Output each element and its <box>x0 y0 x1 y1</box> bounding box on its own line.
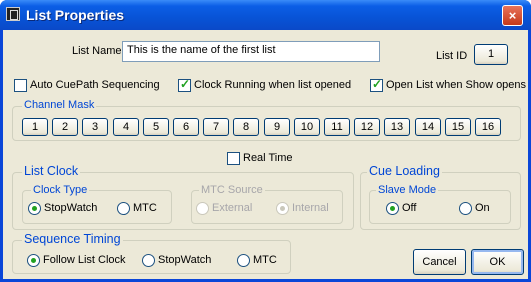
list-id-label: List ID <box>436 50 468 62</box>
channel-button-2[interactable]: 2 <box>52 118 78 136</box>
channel-button-7[interactable]: 7 <box>203 118 229 136</box>
channel-button-8[interactable]: 8 <box>233 118 259 136</box>
real-time-label: Real Time <box>243 152 293 164</box>
channel-button-12[interactable]: 12 <box>354 118 380 136</box>
channel-button-4[interactable]: 4 <box>113 118 139 136</box>
list-name-label: List Name <box>72 45 122 57</box>
sequence-timing-stopwatch-label: StopWatch <box>158 254 212 266</box>
open-list-label: Open List when Show opens <box>386 79 527 91</box>
sequence-timing-stopwatch-radio[interactable] <box>142 254 155 267</box>
dialog-body: List Name This is the name of the first … <box>3 30 528 279</box>
channel-button-5[interactable]: 5 <box>143 118 169 136</box>
sequence-timing-follow-label: Follow List Clock <box>43 254 126 266</box>
list-clock-label: List Clock <box>22 164 81 178</box>
channel-button-6[interactable]: 6 <box>173 118 199 136</box>
channel-button-16[interactable]: 16 <box>475 118 501 136</box>
title-bar[interactable]: List Properties × <box>0 0 531 30</box>
list-name-input[interactable]: This is the name of the first list <box>122 41 380 62</box>
close-button[interactable]: × <box>502 5 523 26</box>
open-list-checkbox[interactable] <box>370 77 383 92</box>
mtc-source-label: MTC Source <box>199 184 265 196</box>
channel-button-9[interactable]: 9 <box>264 118 290 136</box>
dialog-window: List Properties × List Name This is the … <box>0 0 531 282</box>
window-title: List Properties <box>26 7 125 23</box>
real-time-checkbox[interactable] <box>227 152 240 165</box>
cancel-button[interactable]: Cancel <box>413 249 466 275</box>
sequence-timing-mtc-radio[interactable] <box>237 254 250 267</box>
channel-button-1[interactable]: 1 <box>22 118 48 136</box>
auto-cuepath-checkbox[interactable] <box>14 79 27 92</box>
clock-type-label: Clock Type <box>31 184 90 196</box>
channel-button-13[interactable]: 13 <box>384 118 410 136</box>
mtc-source-internal-radio[interactable] <box>276 202 289 215</box>
channel-button-11[interactable]: 11 <box>324 118 350 136</box>
mtc-source-external-radio[interactable] <box>196 202 209 215</box>
slave-mode-on-radio[interactable] <box>459 202 472 215</box>
channel-button-3[interactable]: 3 <box>82 118 108 136</box>
slave-mode-label: Slave Mode <box>376 184 439 196</box>
app-icon <box>6 7 20 21</box>
clock-type-mtc-label: MTC <box>133 202 157 214</box>
mtc-source-internal-label: Internal <box>292 202 329 214</box>
ok-button[interactable]: OK <box>471 249 524 275</box>
clock-type-stopwatch-radio[interactable] <box>28 202 41 215</box>
cue-loading-label: Cue Loading <box>367 164 442 178</box>
sequence-timing-follow-radio[interactable] <box>27 254 40 267</box>
clock-type-mtc-radio[interactable] <box>117 202 130 215</box>
sequence-timing-mtc-label: MTC <box>253 254 277 266</box>
slave-mode-off-radio[interactable] <box>386 202 399 215</box>
sequence-timing-label: Sequence Timing <box>22 232 123 246</box>
channel-button-15[interactable]: 15 <box>445 118 471 136</box>
channel-button-10[interactable]: 10 <box>294 118 320 136</box>
clock-running-checkbox[interactable] <box>178 77 191 92</box>
auto-cuepath-label: Auto CuePath Sequencing <box>30 79 160 91</box>
slave-mode-on-label: On <box>475 202 490 214</box>
slave-mode-off-label: Off <box>402 202 417 214</box>
clock-type-stopwatch-label: StopWatch <box>44 202 98 214</box>
mtc-source-external-label: External <box>212 202 253 214</box>
channel-mask-label: Channel Mask <box>22 99 97 111</box>
list-id-button[interactable]: 1 <box>474 44 508 65</box>
clock-running-label: Clock Running when list opened <box>194 79 352 91</box>
channel-button-14[interactable]: 14 <box>415 118 441 136</box>
